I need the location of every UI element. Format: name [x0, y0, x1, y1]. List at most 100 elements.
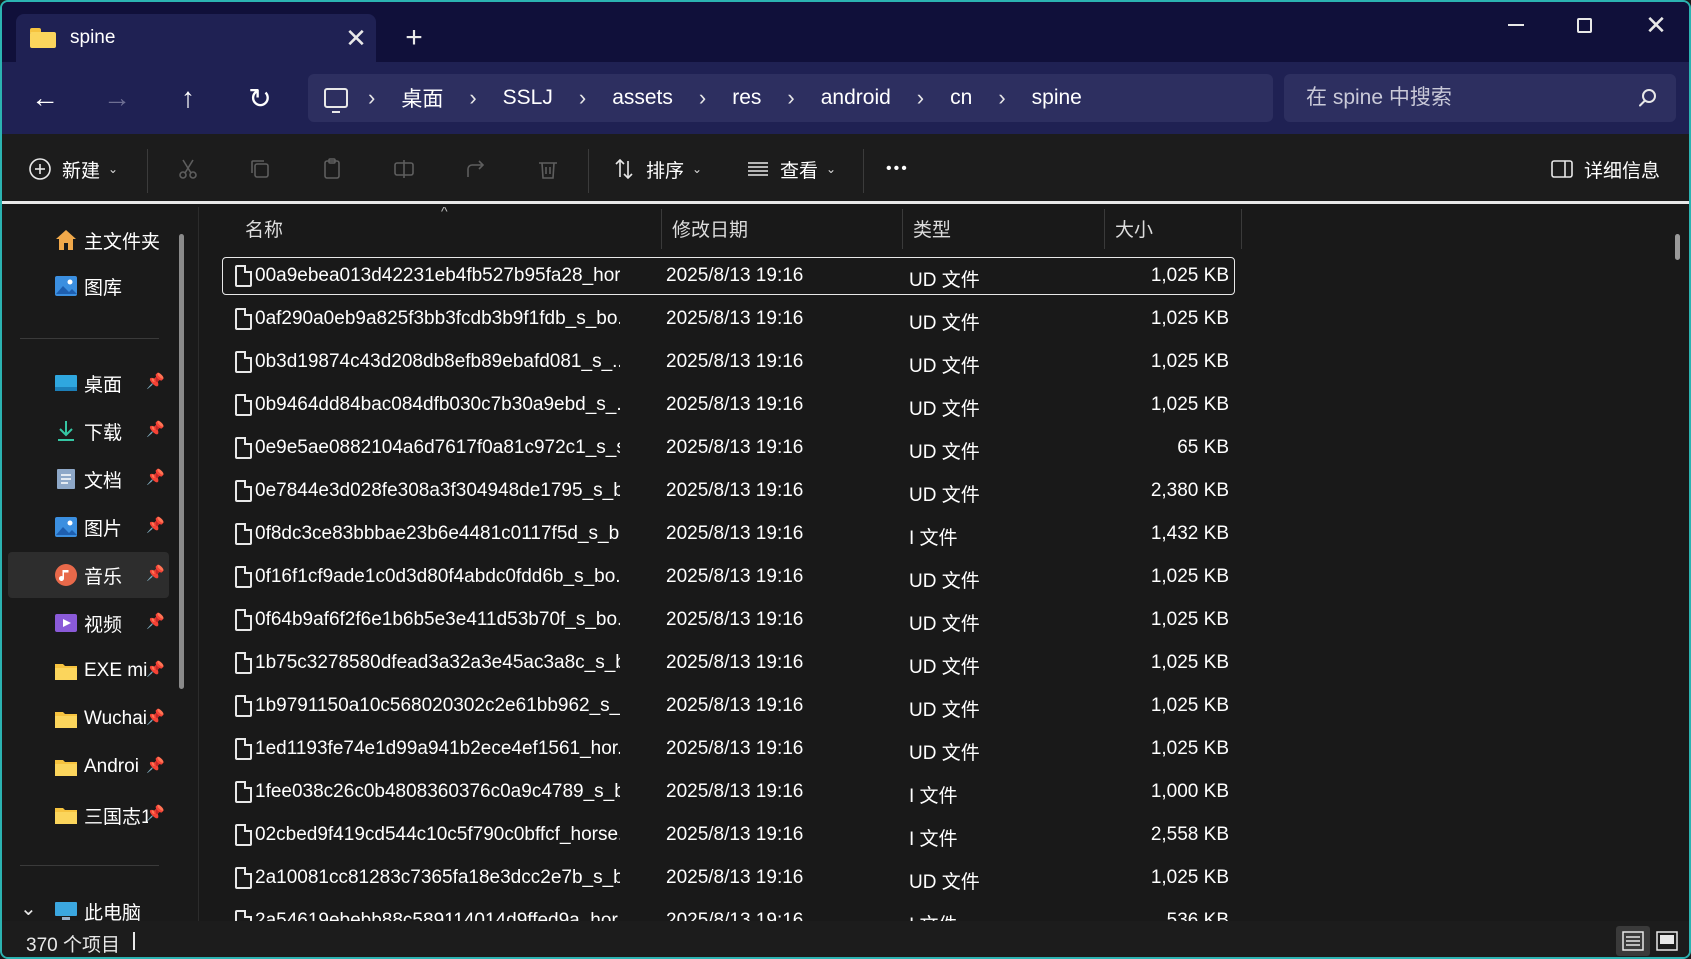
share-button[interactable]: [464, 146, 488, 192]
large-icons-view-icon: [1656, 931, 1678, 951]
search-box[interactable]: [1284, 74, 1676, 122]
breadcrumb-separator[interactable]: ›: [699, 85, 706, 111]
column-header-name[interactable]: 名称: [245, 207, 283, 249]
cut-icon: [179, 159, 197, 179]
file-name: 0e7844e3d028fe308a3f304948de1795_s_b...: [255, 480, 620, 501]
table-row[interactable]: 0af290a0eb9a825f3bb3fcdb3b9f1fdb_s_bo...…: [223, 301, 1234, 337]
pin-icon[interactable]: 📌: [146, 804, 165, 822]
table-row[interactable]: 0b3d19874c43d208db8efb89ebafd081_s_... 20…: [223, 344, 1234, 380]
table-row[interactable]: 2a10081cc81283c7365fa18e3dcc2e7b_s_b... 2…: [223, 860, 1234, 896]
breadcrumb-spine[interactable]: spine: [1032, 86, 1082, 110]
pin-icon[interactable]: 📌: [146, 468, 165, 486]
column-separator[interactable]: [1104, 209, 1105, 249]
pin-icon[interactable]: 📌: [146, 708, 165, 726]
table-row[interactable]: 1b9791150a10c568020302c2e61bb962_s_... 20…: [223, 688, 1234, 724]
pin-icon[interactable]: 📌: [146, 660, 165, 678]
sidebar-item-home[interactable]: 主文件夹: [8, 217, 169, 263]
table-row[interactable]: 00a9ebea013d42231eb4fb527b95fa28_hor... 2…: [222, 257, 1235, 295]
file-type: UD 文件: [909, 700, 980, 721]
table-row[interactable]: 2a54619ebebb88c589114014d9ffed9a_hor... 2…: [223, 903, 1234, 921]
column-header-size[interactable]: 大小: [1115, 207, 1153, 249]
table-row[interactable]: 0e9e5ae0882104a6d7617f0a81c972c1_s_s... 2…: [223, 430, 1234, 466]
breadcrumb-cn[interactable]: cn: [950, 86, 972, 110]
large-icons-view-button[interactable]: [1650, 926, 1684, 956]
rename-button[interactable]: [392, 146, 416, 192]
breadcrumb-separator[interactable]: ›: [998, 85, 1005, 111]
pin-icon[interactable]: 📌: [146, 420, 165, 438]
refresh-button[interactable]: ↻: [238, 76, 282, 120]
sort-button[interactable]: 排序 ⌄: [612, 146, 702, 192]
tab-spine[interactable]: spine ✕: [16, 14, 376, 62]
sidebar-item-sanguozhi-folder[interactable]: 三国志1 📌: [8, 792, 169, 838]
column-header-date[interactable]: 修改日期: [672, 207, 748, 249]
delete-button[interactable]: [536, 146, 560, 192]
copy-button[interactable]: [248, 146, 272, 192]
expand-chevron-icon[interactable]: ⌄: [20, 896, 37, 921]
paste-button[interactable]: [320, 146, 344, 192]
sidebar-item-exe-folder[interactable]: EXE mi 📌: [8, 648, 169, 694]
back-button[interactable]: ←: [23, 76, 67, 120]
paste-icon: [324, 158, 340, 179]
file-type: I 文件: [909, 910, 958, 921]
pin-icon[interactable]: 📌: [146, 372, 165, 390]
search-input[interactable]: [1306, 86, 1626, 110]
cut-button[interactable]: [176, 146, 200, 192]
forward-button[interactable]: →: [95, 76, 139, 120]
breadcrumb-assets[interactable]: assets: [612, 86, 673, 110]
pin-icon[interactable]: 📌: [146, 564, 165, 582]
sidebar-item-videos[interactable]: 视频 📌: [8, 600, 169, 646]
minimize-button[interactable]: [1483, 2, 1549, 48]
details-pane-button[interactable]: 详细信息: [1550, 146, 1660, 192]
new-button[interactable]: 新建 ⌄: [28, 146, 118, 192]
breadcrumb-sslj[interactable]: SSLJ: [503, 86, 553, 110]
breadcrumb-separator[interactable]: ›: [917, 85, 924, 111]
table-row[interactable]: 1ed1193fe74e1d99a941b2ece4ef1561_hor... 2…: [223, 731, 1234, 767]
breadcrumb-desktop[interactable]: 桌面: [401, 83, 443, 113]
table-row[interactable]: 0e7844e3d028fe308a3f304948de1795_s_b... 2…: [223, 473, 1234, 509]
file-list-scrollbar[interactable]: [1675, 234, 1680, 260]
table-row[interactable]: 1b75c3278580dfead3a32a3e45ac3a8c_s_b... 2…: [223, 645, 1234, 681]
column-separator[interactable]: [1241, 209, 1242, 249]
more-options-button[interactable]: •••: [886, 146, 909, 192]
sidebar-item-gallery[interactable]: 图库: [8, 263, 169, 309]
table-row[interactable]: 0f16f1cf9ade1c0d3d80f4abdc0fdd6b_s_bo...…: [223, 559, 1234, 595]
file-type: UD 文件: [909, 442, 980, 463]
file-name: 0b3d19874c43d208db8efb89ebafd081_s_...: [255, 351, 620, 372]
view-button[interactable]: 查看 ⌄: [746, 146, 836, 192]
pin-icon[interactable]: 📌: [146, 516, 165, 534]
breadcrumb-separator[interactable]: ›: [368, 85, 375, 111]
details-view-button[interactable]: [1616, 926, 1650, 956]
close-window-button[interactable]: ✕: [1623, 2, 1689, 48]
this-pc-icon[interactable]: [324, 88, 348, 113]
new-tab-button[interactable]: +: [394, 18, 434, 58]
sidebar-item-android-folder[interactable]: Androi 📌: [8, 744, 169, 790]
sidebar-item-desktop[interactable]: 桌面 📌: [8, 360, 169, 406]
sidebar-scrollbar[interactable]: [179, 234, 184, 689]
breadcrumb-res[interactable]: res: [732, 86, 761, 110]
breadcrumb-android[interactable]: android: [821, 86, 891, 110]
file-list: ^ 名称 修改日期 类型 大小 00a9ebea013d42231eb4fb52…: [199, 207, 1689, 921]
table-row[interactable]: 0f8dc3ce83bbbae23b6e4481c0117f5d_s_b... 2…: [223, 516, 1234, 552]
table-row[interactable]: 0b9464dd84bac084dfb030c7b30a9ebd_s_... 20…: [223, 387, 1234, 423]
sidebar-item-pictures[interactable]: 图片 📌: [8, 504, 169, 550]
table-row[interactable]: 0f64b9af6f2f6e1b6b5e3e411d53b70f_s_bo...…: [223, 602, 1234, 638]
sidebar-item-music[interactable]: 音乐 📌: [8, 552, 169, 598]
pin-icon[interactable]: 📌: [146, 612, 165, 630]
pin-icon[interactable]: 📌: [146, 756, 165, 774]
breadcrumb-separator[interactable]: ›: [469, 85, 476, 111]
tab-close-button[interactable]: ✕: [336, 18, 376, 58]
sidebar-item-wuchai-folder[interactable]: Wuchai 📌: [8, 696, 169, 742]
column-separator[interactable]: [661, 209, 662, 249]
search-icon[interactable]: [1636, 86, 1660, 110]
column-header-type[interactable]: 类型: [913, 207, 951, 249]
breadcrumb-separator[interactable]: ›: [579, 85, 586, 111]
up-button[interactable]: ↑: [166, 76, 210, 120]
column-separator[interactable]: [902, 209, 903, 249]
table-row[interactable]: 02cbed9f419cd544c10c5f790c0bffcf_horse..…: [223, 817, 1234, 853]
address-bar[interactable]: › 桌面 › SSLJ › assets › res › android › c…: [308, 74, 1273, 122]
sidebar-item-documents[interactable]: 文档 📌: [8, 456, 169, 502]
table-row[interactable]: 1fee038c26c0b4808360376c0a9c4789_s_b... 2…: [223, 774, 1234, 810]
maximize-button[interactable]: [1551, 2, 1617, 48]
breadcrumb-separator[interactable]: ›: [787, 85, 794, 111]
sidebar-item-downloads[interactable]: 下载 📌: [8, 408, 169, 454]
